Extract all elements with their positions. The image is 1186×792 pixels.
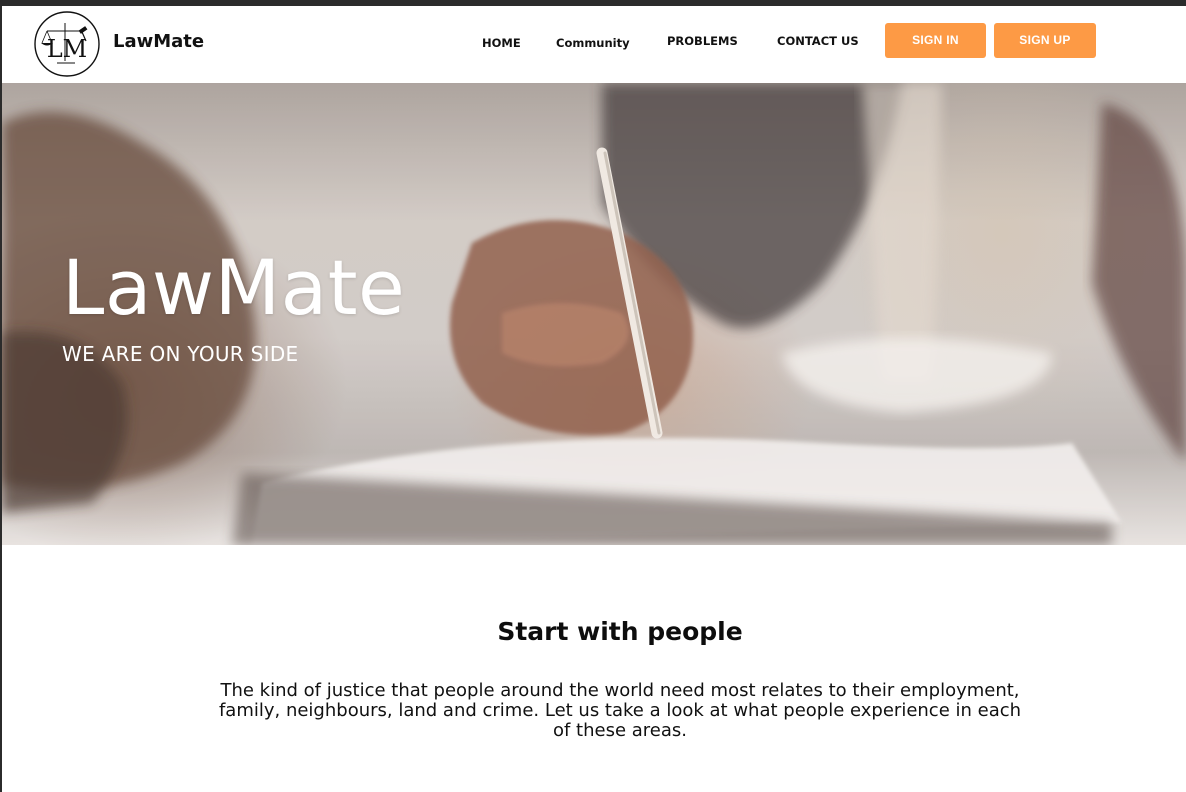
hero-title: LawMate [62,243,406,332]
nav-problems[interactable]: PROBLEMS [667,34,738,48]
logo-monogram: LM [47,35,88,63]
brand-name[interactable]: LawMate [113,31,204,52]
logo[interactable]: LM [33,11,101,77]
section-description: The kind of justice that people around t… [218,680,1022,741]
section-title: Start with people [497,617,743,646]
site-header: LM LawMate HOME Community PROBLEMS CONTA… [2,6,1186,83]
nav-contact-us[interactable]: CONTACT US [777,34,859,48]
sign-in-button[interactable]: SIGN IN [885,23,986,58]
nav-community[interactable]: Community [556,36,630,50]
nav-home[interactable]: HOME [482,36,521,50]
scales-of-justice-icon: LM [34,11,100,77]
hero-subtitle: WE ARE ON YOUR SIDE [62,342,299,366]
hero-banner: LawMate WE ARE ON YOUR SIDE [2,83,1186,545]
sign-up-button[interactable]: SIGN UP [994,23,1096,58]
